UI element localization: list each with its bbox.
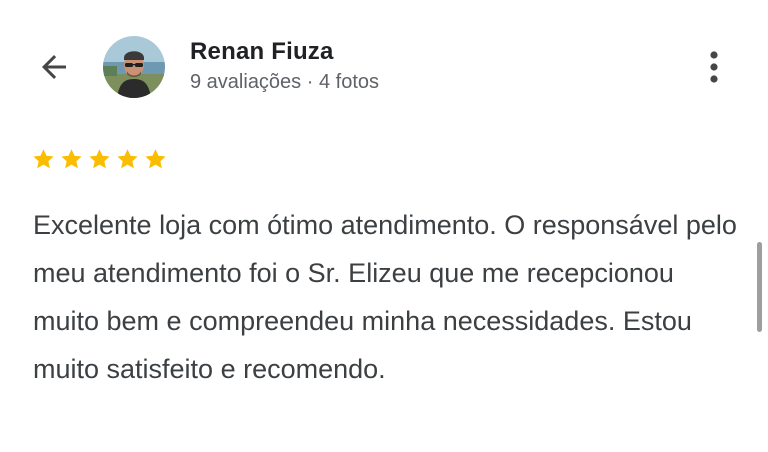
star-icon [145, 149, 166, 169]
star-rating [31, 147, 168, 172]
more-vert-icon [710, 51, 718, 83]
back-button[interactable] [34, 47, 74, 87]
star-icon [89, 149, 110, 169]
more-options-button[interactable] [696, 44, 732, 90]
star-icon [61, 149, 82, 169]
star-icon [117, 149, 138, 169]
reviewer-name[interactable]: Renan Fiuza [190, 36, 379, 68]
reviewer-meta: 9 avaliações · 4 fotos [190, 71, 379, 93]
arrow-back-icon [42, 55, 66, 79]
review-text: Excelente loja com ótimo atendimento. O … [33, 210, 737, 384]
star-icon [33, 149, 54, 169]
reviewer-info[interactable]: Renan Fiuza 9 avaliações · 4 fotos [190, 36, 379, 96]
avatar[interactable] [103, 36, 165, 98]
scrollbar[interactable] [757, 242, 762, 332]
